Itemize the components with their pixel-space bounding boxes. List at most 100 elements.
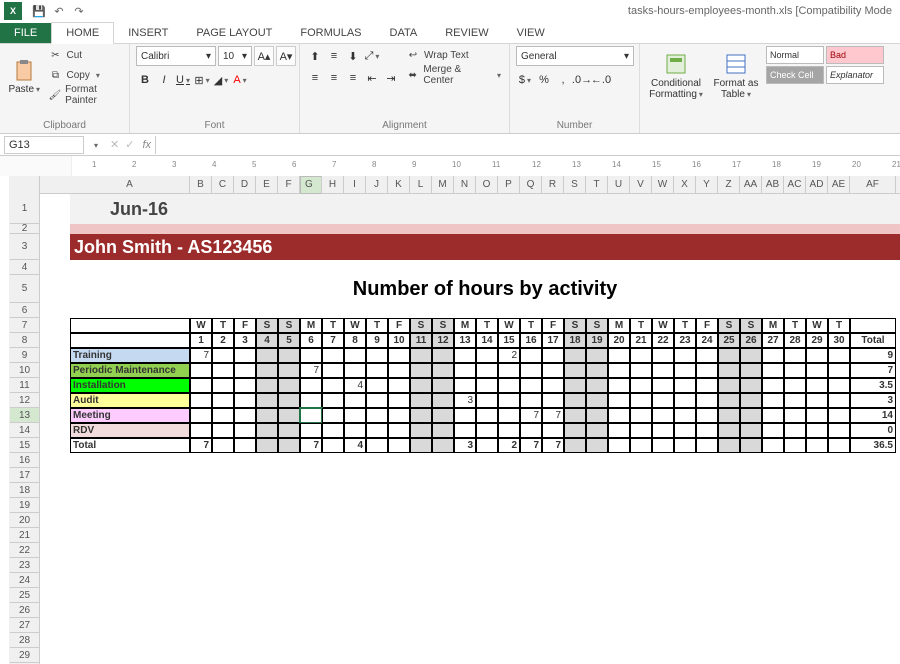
hours-cell[interactable] [388, 348, 410, 363]
hours-cell[interactable] [344, 393, 366, 408]
hours-cell[interactable] [322, 363, 344, 378]
align-left-button[interactable]: ≡ [306, 68, 324, 88]
hours-cell[interactable] [762, 363, 784, 378]
hours-cell[interactable] [498, 423, 520, 438]
column-header[interactable]: L [410, 176, 432, 194]
row-header[interactable]: 5 [10, 275, 40, 303]
hours-cell[interactable] [630, 393, 652, 408]
hours-cell[interactable] [806, 408, 828, 423]
day-number-cell[interactable]: 5 [278, 333, 300, 348]
hours-cell[interactable] [322, 423, 344, 438]
hours-cell[interactable] [234, 423, 256, 438]
hours-cell[interactable]: 7 [300, 363, 322, 378]
name-box[interactable]: G13 [4, 136, 84, 154]
hours-cell[interactable] [234, 393, 256, 408]
column-total-cell[interactable] [234, 438, 256, 453]
hours-cell[interactable] [498, 363, 520, 378]
day-number-cell[interactable]: 17 [542, 333, 564, 348]
tab-page-layout[interactable]: PAGE LAYOUT [182, 23, 286, 43]
hours-cell[interactable] [608, 408, 630, 423]
hours-cell[interactable] [608, 423, 630, 438]
activity-name-cell[interactable]: RDV [70, 423, 190, 438]
row-header[interactable]: 1 [10, 194, 40, 224]
row-header[interactable]: 3 [10, 234, 40, 260]
day-letter-cell[interactable]: M [762, 318, 784, 333]
hours-cell[interactable] [696, 408, 718, 423]
hours-cell[interactable] [696, 393, 718, 408]
hours-cell[interactable] [388, 393, 410, 408]
align-middle-button[interactable]: ≡ [325, 46, 343, 66]
row-header[interactable]: 18 [10, 483, 40, 498]
hours-cell[interactable] [740, 378, 762, 393]
hours-cell[interactable] [432, 378, 454, 393]
hours-cell[interactable] [410, 348, 432, 363]
orientation-button[interactable]: ⤢ [363, 46, 381, 66]
wrap-text-button[interactable]: ↩Wrap Text [404, 46, 503, 64]
merge-center-button[interactable]: ⬌Merge & Center [404, 66, 503, 84]
hours-cell[interactable] [278, 423, 300, 438]
day-letter-cell[interactable]: M [454, 318, 476, 333]
hours-cell[interactable] [432, 393, 454, 408]
fx-label[interactable]: fx [142, 139, 151, 151]
row-header[interactable]: 26 [10, 603, 40, 618]
column-total-cell[interactable] [806, 438, 828, 453]
column-total-cell[interactable]: 3 [454, 438, 476, 453]
hours-cell[interactable] [740, 408, 762, 423]
day-number-cell[interactable]: 2 [212, 333, 234, 348]
row-header[interactable]: 17 [10, 468, 40, 483]
hours-cell[interactable] [652, 408, 674, 423]
hours-cell[interactable] [212, 348, 234, 363]
font-size-select[interactable]: 10▾ [218, 46, 252, 66]
day-letter-cell[interactable]: T [828, 318, 850, 333]
day-number-cell[interactable]: 26 [740, 333, 762, 348]
hours-cell[interactable] [674, 378, 696, 393]
day-number-cell[interactable]: 13 [454, 333, 476, 348]
currency-button[interactable]: $ [516, 70, 534, 90]
day-letter-cell[interactable]: T [322, 318, 344, 333]
column-header[interactable]: R [542, 176, 564, 194]
column-total-cell[interactable] [586, 438, 608, 453]
decrease-font-button[interactable]: A▾ [276, 46, 296, 66]
hours-cell[interactable] [608, 363, 630, 378]
hours-cell[interactable] [674, 408, 696, 423]
tab-view[interactable]: VIEW [503, 23, 559, 43]
row-header[interactable]: 20 [10, 513, 40, 528]
hours-cell[interactable] [388, 423, 410, 438]
hours-cell[interactable] [256, 393, 278, 408]
hours-cell[interactable] [344, 423, 366, 438]
day-number-cell[interactable]: 4 [256, 333, 278, 348]
hours-cell[interactable] [256, 378, 278, 393]
name-box-dropdown[interactable] [88, 139, 102, 151]
column-header[interactable]: J [366, 176, 388, 194]
italic-button[interactable]: I [155, 70, 173, 90]
row-header[interactable]: 25 [10, 588, 40, 603]
day-letter-cell[interactable]: M [300, 318, 322, 333]
day-number-cell[interactable]: 11 [410, 333, 432, 348]
hours-cell[interactable] [344, 408, 366, 423]
day-number-cell[interactable]: 21 [630, 333, 652, 348]
column-total-cell[interactable] [322, 438, 344, 453]
total-header[interactable] [850, 318, 896, 333]
hours-cell[interactable] [278, 348, 300, 363]
row-header[interactable]: 10 [10, 363, 40, 378]
hours-cell[interactable] [388, 378, 410, 393]
hours-cell[interactable] [278, 408, 300, 423]
hours-cell[interactable] [674, 423, 696, 438]
hours-cell[interactable] [784, 348, 806, 363]
tab-home[interactable]: HOME [51, 22, 114, 44]
day-number-cell[interactable]: 29 [806, 333, 828, 348]
hours-cell[interactable] [652, 423, 674, 438]
column-header[interactable]: T [586, 176, 608, 194]
hours-cell[interactable] [520, 423, 542, 438]
fill-color-button[interactable]: ◢ [212, 70, 230, 90]
activity-total-cell[interactable]: 14 [850, 408, 896, 423]
column-total-cell[interactable] [630, 438, 652, 453]
hours-cell[interactable] [762, 348, 784, 363]
hours-cell[interactable] [762, 423, 784, 438]
hours-cell[interactable] [784, 423, 806, 438]
hours-cell[interactable] [476, 423, 498, 438]
align-top-button[interactable]: ⬆ [306, 46, 324, 66]
day-number-cell[interactable]: 3 [234, 333, 256, 348]
day-number-cell[interactable]: 22 [652, 333, 674, 348]
activity-name-cell[interactable]: Audit [70, 393, 190, 408]
